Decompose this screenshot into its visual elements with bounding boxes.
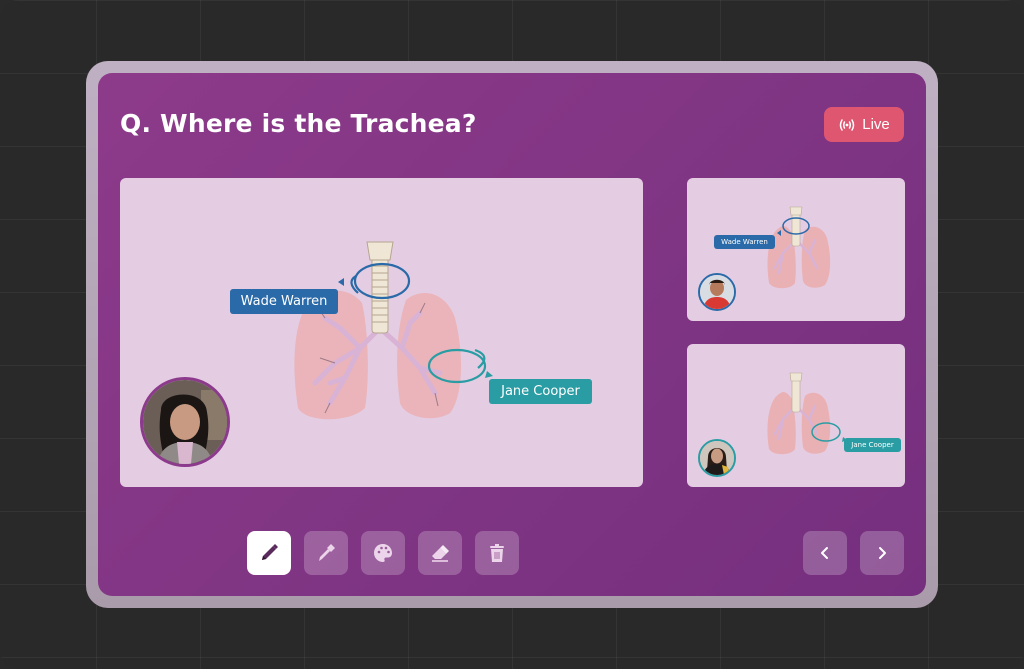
pencil-icon xyxy=(258,542,280,564)
whiteboard-panel: Q. Where is the Trachea? Live Wade Warre… xyxy=(98,73,926,596)
wade-warren-avatar xyxy=(698,273,736,311)
annotation-label-jane-cooper-thumb: Jane Cooper xyxy=(844,438,901,452)
broadcast-icon xyxy=(838,118,856,132)
annotation-label-jane-cooper[interactable]: Jane Cooper xyxy=(489,379,592,404)
live-label: Live xyxy=(862,116,890,133)
previous-button[interactable] xyxy=(803,531,847,575)
pencil-tool-button[interactable] xyxy=(247,531,291,575)
slide-navigation xyxy=(803,531,904,575)
palette-tool-button[interactable] xyxy=(361,531,405,575)
wade-annotation-arrow xyxy=(338,278,344,286)
participant-card-wade-warren[interactable]: Wade Warren xyxy=(687,178,905,321)
palette-icon xyxy=(372,542,394,564)
larynx xyxy=(366,241,394,261)
jane-cooper-avatar xyxy=(698,439,736,477)
marker-icon xyxy=(315,542,337,564)
trash-tool-button[interactable] xyxy=(475,531,519,575)
presenter-avatar xyxy=(140,377,230,467)
drawing-toolbar xyxy=(247,531,519,575)
chevron-left-icon xyxy=(818,545,832,561)
main-canvas[interactable]: Wade Warren Jane Cooper xyxy=(120,178,643,487)
device-frame: Q. Where is the Trachea? Live Wade Warre… xyxy=(86,61,938,608)
eraser-icon xyxy=(429,542,451,564)
annotation-label-wade-warren[interactable]: Wade Warren xyxy=(230,289,338,314)
live-button[interactable]: Live xyxy=(824,107,904,142)
trash-icon xyxy=(486,542,508,564)
next-button[interactable] xyxy=(860,531,904,575)
jane-annotation-arrow xyxy=(485,371,493,378)
question-title: Q. Where is the Trachea? xyxy=(120,109,477,138)
eraser-tool-button[interactable] xyxy=(418,531,462,575)
participant-card-jane-cooper[interactable]: Jane Cooper xyxy=(687,344,905,487)
chevron-right-icon xyxy=(875,545,889,561)
marker-tool-button[interactable] xyxy=(304,531,348,575)
annotation-label-wade-warren-thumb: Wade Warren xyxy=(714,235,775,249)
